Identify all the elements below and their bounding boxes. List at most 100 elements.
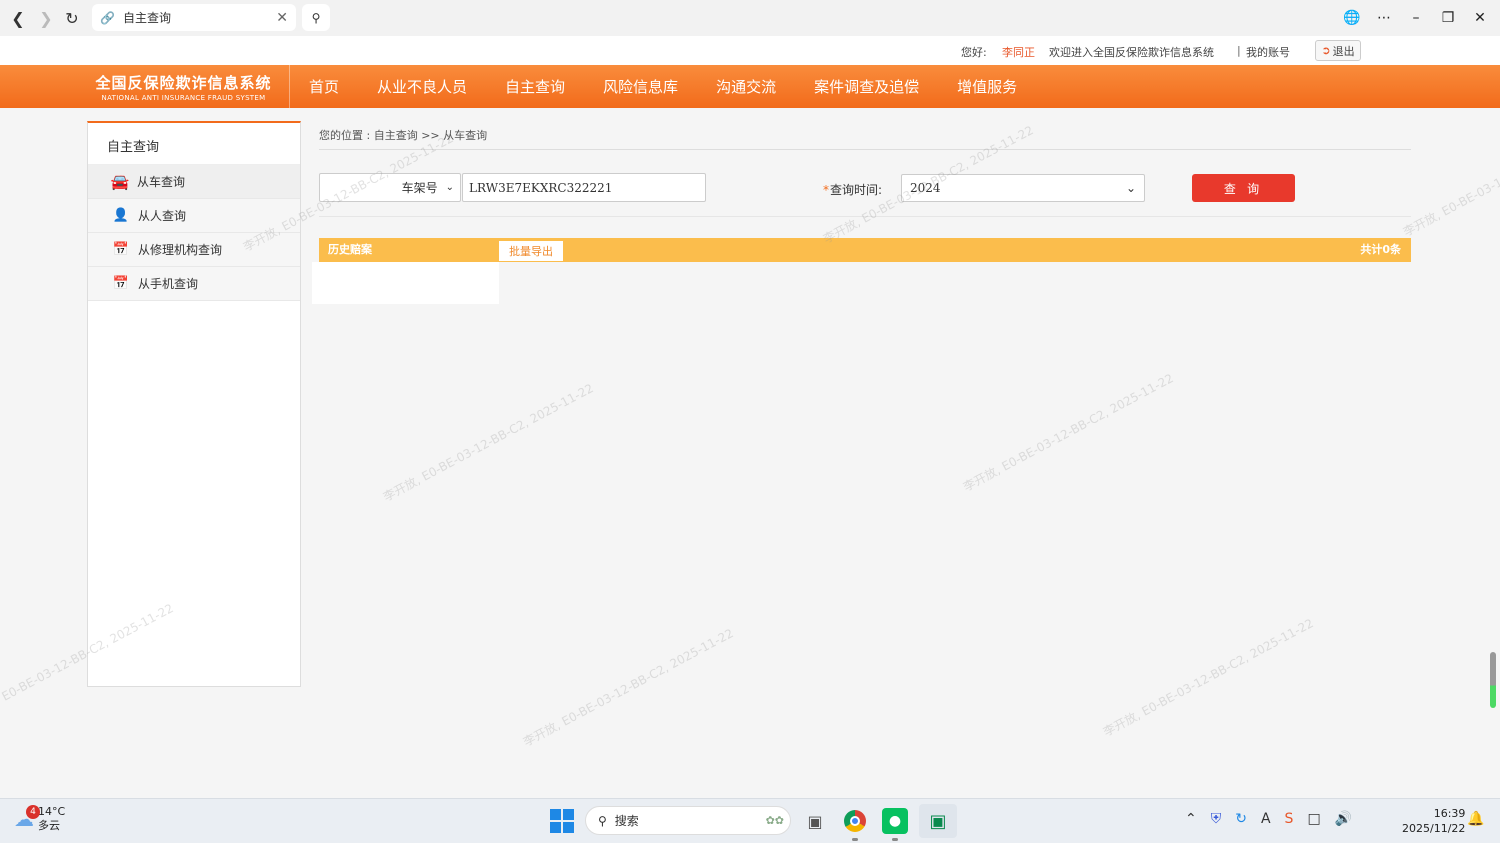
cloud-icon: ☁ 4	[14, 805, 40, 831]
taskbar: ☁ 4 14°C 多云 ⚲ 搜索 ✿✿ ▣ ● ▣ ⌃ ⛨ ↻ A S □ 🔊 1…	[0, 798, 1500, 843]
results-header: 历史赔案 批量导出 共计0条	[319, 238, 1411, 262]
query-button[interactable]: 查 询	[1192, 174, 1295, 202]
logout-icon: ➲	[1321, 44, 1331, 57]
logo-cn: 全国反保险欺诈信息系统	[95, 74, 272, 92]
sidebar-item-car-query[interactable]: 🚘 从车查询	[88, 165, 300, 199]
nav-case-investigation[interactable]: 案件调查及追偿	[795, 76, 938, 97]
wechat-icon[interactable]: ●	[882, 808, 908, 834]
back-icon[interactable]: ❮	[5, 5, 31, 31]
watermark: 李开放, E0-BE-03-12-BB-C2, 2025-11-22	[520, 626, 736, 750]
separator: |	[1237, 44, 1241, 57]
input-method-icon[interactable]: A	[1261, 811, 1271, 827]
phone-icon: 📅	[112, 276, 130, 291]
search-icon[interactable]: ⚲	[302, 4, 330, 31]
chevron-down-icon: ⌄	[445, 182, 454, 193]
nav-bad-personnel[interactable]: 从业不良人员	[358, 76, 486, 97]
clock[interactable]: 16:39 2025/11/22	[1402, 806, 1465, 836]
results-panel	[312, 262, 499, 304]
vin-input[interactable]	[462, 173, 706, 202]
watermark: 李开放, E0-BE-03-12-BB-C2, 2025-11-22	[380, 381, 596, 505]
weather-temp: 14°C	[38, 805, 66, 818]
nav-risk-db[interactable]: 风险信息库	[584, 76, 697, 97]
sidebar-item-label: 从人查询	[138, 209, 187, 223]
tab-history-claims[interactable]: 历史赔案	[319, 238, 372, 262]
person-icon: 👤	[112, 208, 130, 223]
logout-button[interactable]: ➲ 退出	[1315, 40, 1361, 61]
network-icon[interactable]: □	[1307, 811, 1320, 827]
batch-export-button[interactable]: 批量导出	[499, 241, 563, 261]
greeting: 您好:	[961, 46, 987, 59]
logo: 全国反保险欺诈信息系统 NATIONAL ANTI INSURANCE FRAU…	[78, 65, 290, 108]
volume-icon[interactable]: 🔊	[1335, 811, 1352, 827]
weather-desc: 多云	[38, 819, 60, 832]
chevron-down-icon: ⌄	[1125, 181, 1136, 195]
nav-communication[interactable]: 沟通交流	[697, 76, 795, 97]
chrome-icon[interactable]	[841, 807, 869, 835]
sidebar-item-label: 从手机查询	[138, 277, 199, 291]
query-time-value: 2024	[910, 181, 941, 195]
watermark: 李开放, E0-BE-03-12-BB-C2, 2025-11-22	[960, 371, 1176, 495]
restore-icon[interactable]: ❐	[1438, 10, 1458, 26]
my-account-link[interactable]: 我的账号	[1246, 44, 1290, 60]
divider	[319, 149, 1411, 150]
sidebar-item-phone-query[interactable]: 📅 从手机查询	[88, 267, 300, 301]
globe-icon[interactable]: 🌐	[1342, 10, 1362, 26]
sidebar-item-label: 从修理机构查询	[138, 243, 223, 257]
logo-en: NATIONAL ANTI INSURANCE FRAUD SYSTEM	[101, 94, 266, 102]
search-icon: ⚲	[598, 813, 607, 828]
browser-toolbar: ❮ ❯ ↻ 🔗 自主查询 ✕ ⚲ 🌐 ⋯ – ❐ ✕	[0, 0, 1500, 36]
search-highlight-icon: ✿✿	[765, 814, 784, 827]
divider	[319, 216, 1411, 217]
taskbar-search[interactable]: ⚲ 搜索 ✿✿	[585, 806, 791, 835]
notification-icon[interactable]: 🔔	[1467, 811, 1484, 827]
sidebar-item-repair-query[interactable]: 📅 从修理机构查询	[88, 233, 300, 267]
weather-badge: 4	[26, 805, 40, 819]
scrollbar[interactable]	[1490, 652, 1496, 708]
repair-shop-icon: 📅	[112, 242, 130, 257]
nav-value-added[interactable]: 增值服务	[938, 76, 1036, 97]
sidebar-title: 自主查询	[88, 123, 300, 165]
query-time-select[interactable]: 2024 ⌄	[901, 174, 1145, 202]
file-explorer-icon[interactable]: ▣	[801, 807, 829, 835]
nav-items: 首页 从业不良人员 自主查询 风险信息库 沟通交流 案件调查及追偿 增值服务	[290, 65, 1036, 108]
car-icon: 🚘	[110, 172, 130, 191]
weather-widget[interactable]: ☁ 4 14°C 多云	[14, 805, 65, 833]
minimize-icon[interactable]: –	[1406, 10, 1426, 26]
close-tab-icon[interactable]: ✕	[276, 10, 288, 26]
running-indicator	[852, 838, 858, 841]
window-controls: 🌐 ⋯ – ❐ ✕	[1342, 0, 1490, 36]
more-icon[interactable]: ⋯	[1374, 10, 1394, 26]
close-window-icon[interactable]: ✕	[1470, 10, 1490, 26]
sidebar-item-label: 从车查询	[137, 175, 186, 189]
tab-title: 自主查询	[122, 11, 171, 25]
username: 李同正	[1002, 46, 1035, 59]
watermark: 李开放, E0-BE-03-12-BB-C2, 2025-11-22	[1100, 616, 1316, 740]
clock-time: 16:39	[1433, 807, 1466, 820]
required-mark: *	[823, 183, 829, 197]
sync-icon[interactable]: ↻	[1235, 811, 1247, 827]
top-info-bar: 您好: 李同正 欢迎进入全国反保险欺诈信息系统 | 我的账号 ➲ 退出	[0, 36, 1500, 65]
total-count: 共计0条	[1360, 243, 1401, 256]
watermark: 李开放, E0-BE-03-12-BB-C2, 2025-11-22	[1400, 116, 1500, 240]
welcome-text: 欢迎进入全国反保险欺诈信息系统	[1049, 46, 1214, 59]
query-time-text: 查询时间:	[830, 183, 883, 197]
browser-tab[interactable]: 🔗 自主查询 ✕	[92, 4, 296, 31]
system-tray: ⌃ ⛨ ↻ A S □ 🔊	[1185, 811, 1352, 827]
app-tray-icon[interactable]: S	[1285, 811, 1294, 827]
remote-desktop-icon[interactable]: ▣	[919, 804, 957, 838]
start-button[interactable]	[550, 809, 574, 833]
nav-self-query[interactable]: 自主查询	[486, 76, 584, 97]
query-type-select[interactable]: 车架号 ⌄	[319, 173, 461, 202]
refresh-icon[interactable]: ↻	[59, 5, 85, 31]
nav-home[interactable]: 首页	[290, 76, 358, 97]
query-type-value: 车架号	[401, 181, 438, 195]
breadcrumb: 您的位置 : 自主查询 >> 从车查询	[319, 129, 488, 142]
chevron-up-icon[interactable]: ⌃	[1185, 811, 1197, 827]
forward-icon[interactable]: ❯	[33, 5, 59, 31]
link-icon: 🔗	[100, 10, 115, 25]
sidebar-item-person-query[interactable]: 👤 从人查询	[88, 199, 300, 233]
shield-icon[interactable]: ⛨	[1211, 811, 1222, 827]
logout-label: 退出	[1332, 44, 1355, 58]
clock-date: 2025/11/22	[1402, 822, 1466, 835]
running-indicator	[892, 838, 898, 841]
